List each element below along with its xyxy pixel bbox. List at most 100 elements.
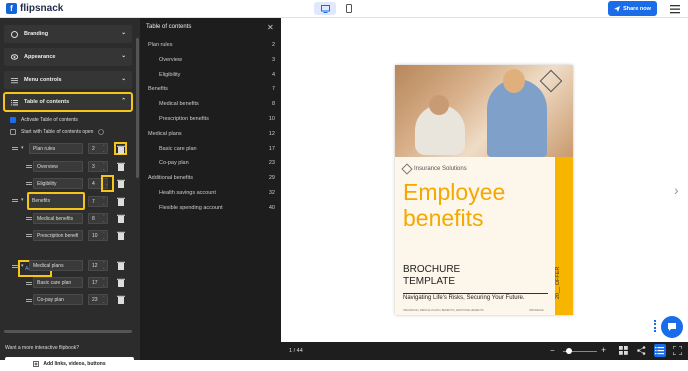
trash-icon[interactable] (117, 231, 125, 240)
panel-grip-icon[interactable] (654, 320, 658, 332)
toc-row-page[interactable]: 17 ⌃ ⌄ (88, 277, 108, 288)
toc-row-page[interactable]: 10 ⌃ ⌄ (88, 230, 108, 241)
toc-entry[interactable]: Overview 3 (140, 55, 281, 67)
promo-button-label: Add links, videos, buttons (43, 361, 106, 367)
add-interactivity-button[interactable]: Add links, videos, buttons (5, 357, 134, 371)
toc-row-page[interactable]: 7 ⌃ ⌄ (88, 196, 108, 207)
trash-icon[interactable] (117, 145, 125, 154)
accordion-branding[interactable]: Branding ⌄ (4, 25, 132, 43)
share-button[interactable]: Share now (608, 1, 657, 16)
toc-entry[interactable]: Medical plans 12 (140, 129, 281, 141)
cover-page[interactable]: 20__ OFFER Insurance Solutions Employee … (395, 65, 573, 315)
collapse-caret-icon[interactable]: ▾ (21, 197, 24, 203)
cover-subtitle: BROCHURE TEMPLATE (403, 264, 460, 288)
toc-row-name[interactable]: Medical benefits (33, 213, 83, 224)
toc-entry-label: Co-pay plan (159, 160, 189, 167)
toc-row-name[interactable]: Basic care plan (33, 277, 83, 288)
toc-entry[interactable]: Co-pay plan 23 (140, 158, 281, 170)
toc-row-page[interactable]: 2 ⌃ ⌄ (88, 143, 108, 154)
drag-handle-icon[interactable] (26, 217, 32, 220)
toc-row-page[interactable]: 23 ⌃ ⌄ (88, 294, 108, 305)
toc-row-page[interactable]: 8 ⌃ ⌄ (88, 213, 108, 224)
trash-icon[interactable] (117, 179, 125, 188)
drag-handle-icon[interactable] (12, 147, 18, 150)
toc-entry-page: 2 (271, 42, 275, 48)
trash-icon[interactable] (117, 214, 125, 223)
accordion-table-of-contents[interactable]: Table of contents ⌃ (3, 92, 133, 112)
share-icon[interactable] (637, 346, 647, 356)
stepper-icon[interactable]: ⌃ ⌄ (102, 278, 105, 287)
page-value: 8 (92, 216, 95, 222)
toc-entry[interactable]: Health savings account 32 (140, 188, 281, 200)
toc-entry[interactable]: Medical benefits 8 (140, 99, 281, 111)
drag-handle-icon[interactable] (12, 199, 18, 202)
stepper-icon[interactable]: ⌃ ⌄ (102, 214, 105, 223)
collapse-caret-icon[interactable]: ▾ (21, 263, 24, 269)
stepper-icon[interactable]: ⌃ ⌄ (102, 144, 105, 153)
accordion-menu-controls[interactable]: Menu controls ⌄ (4, 71, 132, 89)
stepper-icon[interactable]: ⌃ ⌄ (102, 197, 105, 206)
toc-row-name[interactable]: Eligibility (33, 178, 83, 189)
collapse-caret-icon[interactable]: ▾ (21, 145, 24, 151)
desktop-view-button[interactable] (314, 2, 336, 15)
horizontal-scrollbar[interactable] (4, 330, 132, 333)
viewer-controls: 1 / 44 − + (281, 342, 688, 360)
zoom-slider-handle[interactable] (565, 348, 572, 354)
fullscreen-icon[interactable] (672, 345, 683, 356)
start-open-option[interactable]: Start with Table of contents open (10, 129, 105, 135)
trash-icon[interactable] (117, 278, 125, 287)
option-label: Start with Table of contents open (21, 129, 94, 135)
toc-entry[interactable]: Flexible spending account 40 (140, 203, 281, 215)
activate-toc-option[interactable]: Activate Table of contents (10, 117, 78, 123)
toc-row-name[interactable]: Overview (33, 161, 83, 172)
trash-icon[interactable] (117, 162, 125, 171)
toc-entry-page: 32 (268, 190, 275, 196)
photo-figure (429, 95, 449, 115)
start-open-checkbox[interactable] (10, 129, 16, 135)
toc-row-page[interactable]: 12 ⌃ ⌄ (88, 260, 108, 271)
toc-toggle-button[interactable] (654, 344, 666, 357)
stepper-icon[interactable]: ⌃ ⌄ (102, 295, 105, 304)
toc-row-name[interactable]: Plan rules (29, 143, 83, 154)
toc-entry[interactable]: Additional benefits 29 (140, 173, 281, 185)
menu-icon[interactable] (670, 4, 680, 14)
toc-row-name[interactable]: Prescription benefi (33, 230, 83, 241)
toc-entry[interactable]: Plan rules 2 (140, 40, 281, 52)
toc-entry[interactable]: Prescription benefits 10 (140, 114, 281, 126)
zoom-out-icon[interactable]: − (550, 346, 555, 355)
drag-handle-icon[interactable] (26, 182, 32, 185)
next-page-arrow-icon[interactable]: › (674, 182, 679, 198)
accordion-label: Menu controls (24, 77, 62, 83)
trash-icon[interactable] (117, 197, 125, 206)
trash-icon[interactable] (117, 261, 125, 270)
stepper-icon[interactable]: ⌃ ⌄ (102, 162, 105, 171)
accordion-appearance[interactable]: Appearance ⌄ (4, 48, 132, 66)
drag-handle-icon[interactable] (26, 165, 32, 168)
toc-row-name[interactable]: Medical plans (29, 260, 83, 271)
mobile-view-button[interactable] (338, 2, 360, 15)
toc-entry[interactable]: Eligibility 4 (140, 70, 281, 82)
toc-row-name[interactable]: Co-pay plan (33, 294, 83, 305)
grid-view-icon[interactable] (619, 346, 629, 356)
drag-handle-icon[interactable] (12, 265, 18, 268)
chat-button[interactable] (661, 316, 683, 338)
stepper-icon[interactable]: ⌃ ⌄ (102, 261, 105, 270)
trash-icon[interactable] (117, 295, 125, 304)
close-icon[interactable]: ✕ (267, 23, 274, 32)
toc-entry-page: 12 (268, 130, 275, 137)
drag-handle-icon[interactable] (26, 299, 32, 302)
toc-row-name-editing[interactable]: Benefits (27, 192, 85, 210)
toc-row-page[interactable]: 3 ⌃ ⌄ (88, 161, 108, 172)
zoom-in-icon[interactable]: + (601, 345, 606, 355)
toc-entry[interactable]: Basic care plan 17 (140, 144, 281, 156)
stepper-icon[interactable]: ⌃ ⌄ (102, 231, 105, 240)
drag-handle-icon[interactable] (26, 234, 32, 237)
drag-handle-icon[interactable] (26, 282, 32, 285)
activate-toc-checkbox[interactable] (10, 117, 16, 123)
logo[interactable]: f flipsnack (6, 3, 63, 14)
chevron-down-icon: ⌄ (121, 30, 126, 36)
brand-name: Insurance Solutions (414, 166, 467, 172)
vertical-scrollbar[interactable] (136, 38, 139, 178)
toc-entry-page: 8 (271, 101, 275, 108)
toc-entry[interactable]: Benefits 7 (140, 84, 281, 96)
